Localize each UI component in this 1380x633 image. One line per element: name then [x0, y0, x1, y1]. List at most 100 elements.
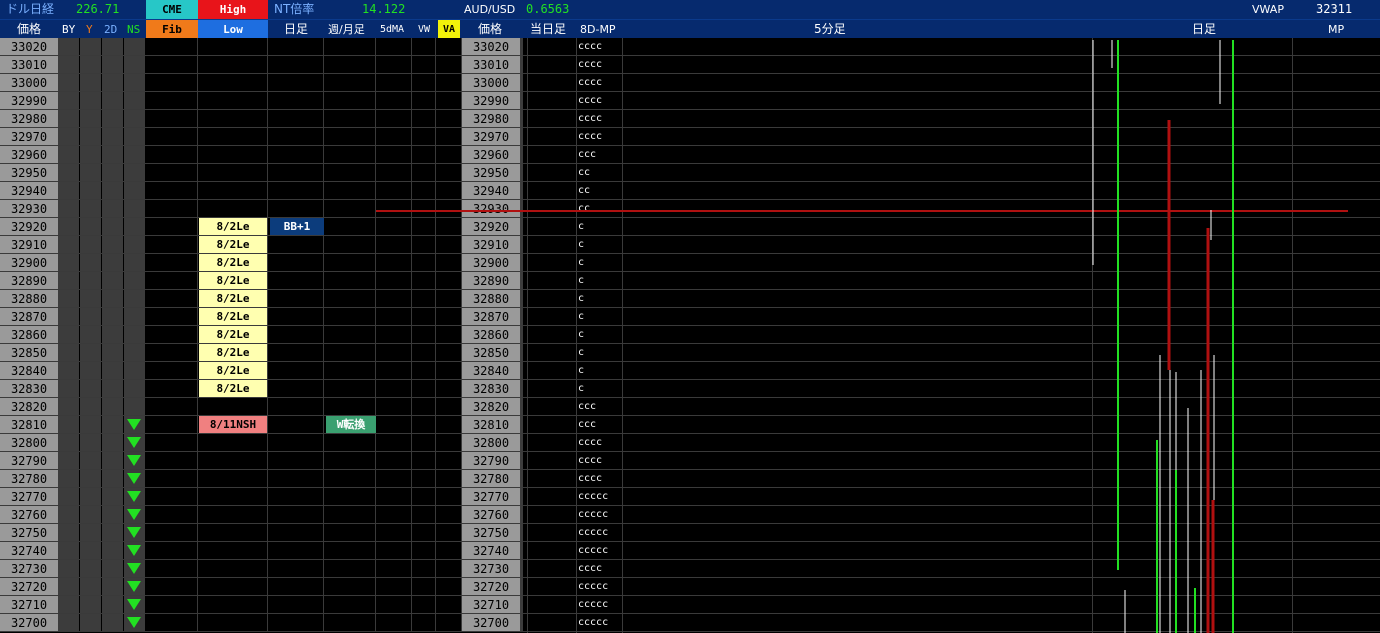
ladder-cell[interactable] — [412, 272, 436, 290]
ladder-cell[interactable] — [124, 308, 146, 326]
ladder-cell[interactable] — [376, 182, 412, 200]
ladder-cell[interactable] — [376, 560, 412, 578]
ladder-cell[interactable] — [198, 614, 268, 632]
ladder-cell[interactable] — [198, 470, 268, 488]
ladder-cell[interactable] — [412, 218, 436, 236]
ladder-cell[interactable] — [324, 398, 376, 416]
ladder-cell[interactable] — [80, 344, 102, 362]
ladder-cell[interactable] — [268, 398, 324, 416]
ladder-cell[interactable] — [324, 542, 376, 560]
ladder-cell[interactable] — [268, 290, 324, 308]
ladder-cell[interactable] — [436, 578, 462, 596]
ladder-cell[interactable] — [146, 146, 198, 164]
ladder-cell[interactable] — [268, 470, 324, 488]
ladder-cell[interactable] — [268, 200, 324, 218]
ladder-cell[interactable] — [376, 236, 412, 254]
ladder-cell[interactable] — [412, 308, 436, 326]
ladder-cell[interactable] — [124, 326, 146, 344]
ladder-cell[interactable] — [80, 164, 102, 182]
ladder-cell[interactable] — [324, 506, 376, 524]
ladder-cell[interactable] — [268, 578, 324, 596]
ladder-cell[interactable] — [324, 470, 376, 488]
ladder-cell[interactable] — [520, 128, 524, 146]
ladder-cell[interactable] — [58, 380, 80, 398]
vw-header[interactable]: VW — [418, 20, 430, 39]
by-header[interactable]: BY — [62, 20, 75, 39]
ladder-cell[interactable] — [58, 326, 80, 344]
ladder-cell[interactable] — [102, 542, 124, 560]
ladder-cell[interactable] — [268, 488, 324, 506]
ns-header[interactable]: NS — [127, 20, 140, 39]
ladder-cell[interactable] — [376, 272, 412, 290]
ladder-cell[interactable] — [324, 488, 376, 506]
ladder-cell[interactable] — [102, 434, 124, 452]
ladder-cell[interactable] — [124, 290, 146, 308]
ladder-cell[interactable] — [376, 146, 412, 164]
fib-level-badge[interactable]: 8/2Le — [199, 236, 267, 253]
ladder-cell[interactable] — [324, 92, 376, 110]
ladder-cell[interactable] — [146, 254, 198, 272]
low-button[interactable]: Low — [198, 20, 268, 39]
ladder-cell[interactable] — [80, 128, 102, 146]
ladder-cell[interactable] — [58, 452, 80, 470]
ladder-cell[interactable] — [412, 506, 436, 524]
ladder-cell[interactable] — [124, 236, 146, 254]
ladder-cell[interactable] — [198, 74, 268, 92]
ladder-cell[interactable] — [102, 110, 124, 128]
ladder-cell[interactable] — [146, 326, 198, 344]
ladder-cell[interactable] — [102, 182, 124, 200]
ladder-cell[interactable] — [146, 596, 198, 614]
ladder-cell[interactable] — [102, 362, 124, 380]
ladder-cell[interactable] — [80, 524, 102, 542]
ladder-cell[interactable] — [376, 578, 412, 596]
ladder-cell[interactable] — [520, 596, 524, 614]
ladder-cell[interactable] — [376, 542, 412, 560]
ladder-cell[interactable] — [520, 380, 524, 398]
ladder-cell[interactable] — [102, 326, 124, 344]
ladder-cell[interactable] — [124, 164, 146, 182]
ladder-cell[interactable] — [58, 254, 80, 272]
ladder-cell[interactable] — [80, 218, 102, 236]
ladder-cell[interactable] — [268, 524, 324, 542]
ladder-cell[interactable] — [436, 254, 462, 272]
ladder-cell[interactable] — [268, 146, 324, 164]
ladder-cell[interactable] — [102, 164, 124, 182]
ladder-cell[interactable] — [268, 434, 324, 452]
daily-header[interactable]: 日足 — [284, 20, 308, 39]
ladder-cell[interactable] — [80, 380, 102, 398]
ladder-cell[interactable] — [376, 434, 412, 452]
ladder-cell[interactable] — [268, 344, 324, 362]
ladder-cell[interactable] — [436, 128, 462, 146]
ladder-cell[interactable] — [324, 272, 376, 290]
ladder-cell[interactable] — [58, 362, 80, 380]
nsh-badge[interactable]: 8/11NSH — [199, 416, 267, 433]
ladder-cell[interactable] — [436, 506, 462, 524]
ladder-cell[interactable] — [80, 272, 102, 290]
ladder-cell[interactable] — [102, 398, 124, 416]
ladder-cell[interactable] — [376, 56, 412, 74]
ladder-cell[interactable] — [146, 218, 198, 236]
ladder-cell[interactable] — [324, 596, 376, 614]
ladder-cell[interactable] — [80, 236, 102, 254]
ladder-cell[interactable] — [80, 596, 102, 614]
ladder-cell[interactable] — [268, 38, 324, 56]
ladder-cell[interactable] — [80, 434, 102, 452]
2d-header[interactable]: 2D — [104, 20, 117, 39]
ladder-cell[interactable] — [436, 326, 462, 344]
ladder-cell[interactable] — [376, 200, 412, 218]
ladder-cell[interactable] — [80, 290, 102, 308]
ladder-cell[interactable] — [80, 326, 102, 344]
ladder-cell[interactable] — [80, 56, 102, 74]
ladder-cell[interactable] — [80, 542, 102, 560]
ladder-cell[interactable] — [80, 488, 102, 506]
fib-button[interactable]: Fib — [146, 20, 198, 39]
reversal-badge[interactable]: W転換 — [326, 416, 376, 433]
ladder-cell[interactable] — [124, 380, 146, 398]
ladder-cell[interactable] — [198, 560, 268, 578]
ladder-cell[interactable] — [520, 578, 524, 596]
fib-level-badge[interactable]: 8/2Le — [199, 290, 267, 307]
ladder-cell[interactable] — [146, 290, 198, 308]
ladder-cell[interactable] — [520, 56, 524, 74]
ladder-cell[interactable] — [436, 614, 462, 632]
ladder-cell[interactable] — [198, 578, 268, 596]
